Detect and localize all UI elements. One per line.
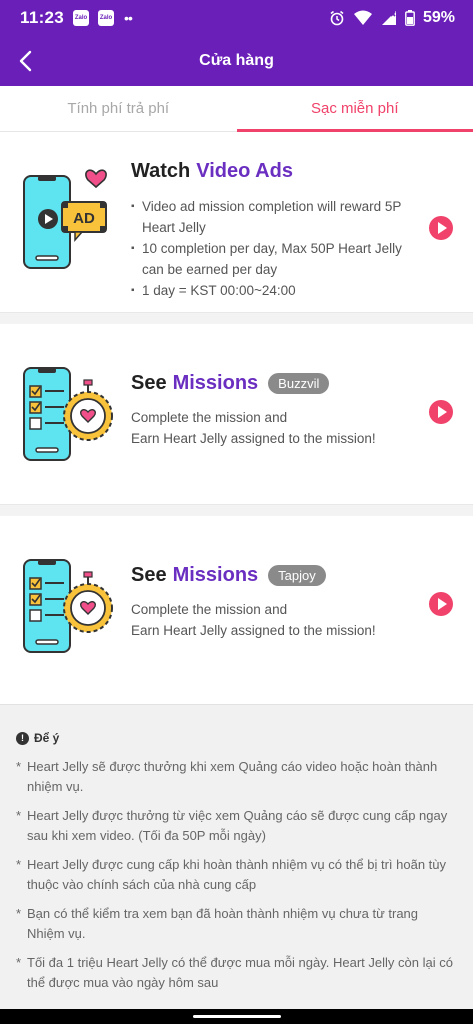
divider bbox=[0, 312, 473, 324]
description-line: Complete the mission and bbox=[131, 602, 288, 617]
list-item: 10 completion per day, Max 50P Heart Jel… bbox=[131, 238, 413, 280]
card-title: See Missions Tapjoy bbox=[131, 564, 326, 587]
card-title: See Missions Buzzvil bbox=[131, 372, 330, 395]
alarm-icon bbox=[330, 10, 344, 26]
zalo-notification-icon: Zalo bbox=[73, 10, 90, 26]
list-item: 1 day = KST 00:00~24:00 bbox=[131, 280, 413, 301]
play-icon bbox=[438, 222, 447, 234]
play-icon bbox=[438, 598, 447, 610]
description-line: Complete the mission and bbox=[131, 410, 288, 425]
description-line: Earn Heart Jelly assigned to the mission… bbox=[131, 431, 376, 446]
back-arrow-icon bbox=[19, 50, 32, 72]
tapjoy-missions-play-button[interactable] bbox=[429, 592, 453, 616]
card-description: Complete the mission and Earn Heart Jell… bbox=[131, 407, 413, 449]
status-time: 11:23 bbox=[20, 8, 65, 27]
notice-header: ! Để ý bbox=[16, 731, 459, 745]
description-line: Earn Heart Jelly assigned to the mission… bbox=[131, 623, 376, 638]
battery-percentage: 59% bbox=[422, 9, 455, 26]
zalo-notification-icon: Zalo bbox=[98, 10, 115, 26]
buzzvil-missions-card[interactable]: See Missions Buzzvil Complete the missio… bbox=[0, 324, 473, 504]
tab-bar: Tính phí trả phí Sạc miễn phí bbox=[0, 86, 473, 132]
title-highlight: Video Ads bbox=[196, 160, 293, 182]
missions-illustration bbox=[23, 559, 113, 653]
home-gesture-handle[interactable] bbox=[193, 1015, 281, 1018]
notice-section: ! Để ý Heart Jelly sẽ được thưởng khi xe… bbox=[0, 704, 473, 1009]
notice-item: Tối đa 1 triệu Heart Jelly có thể được m… bbox=[16, 953, 459, 993]
page-title: Cửa hàng bbox=[199, 52, 274, 69]
card-title: Watch Video Ads bbox=[131, 160, 293, 183]
card-description: Complete the mission and Earn Heart Jell… bbox=[131, 599, 413, 641]
reward-info-list: Video ad mission completion will reward … bbox=[131, 196, 413, 301]
battery-icon bbox=[405, 10, 415, 26]
play-icon bbox=[438, 406, 447, 418]
video-ads-card[interactable]: AD Watch Video Ads Video ad mission comp… bbox=[0, 132, 473, 312]
provider-badge: Buzzvil bbox=[268, 373, 330, 394]
title-highlight: Missions bbox=[172, 372, 259, 394]
notice-item: Heart Jelly sẽ được thưởng khi xem Quảng… bbox=[16, 757, 459, 797]
top-bar: 11:23 Zalo Zalo •• 59% Cửa hàng bbox=[0, 0, 473, 86]
title-prefix: Watch bbox=[131, 160, 191, 182]
missions-illustration bbox=[23, 367, 113, 461]
svg-text:AD: AD bbox=[73, 210, 95, 227]
app-bar: Cửa hàng bbox=[0, 36, 473, 86]
signal-icon bbox=[381, 11, 396, 25]
title-highlight: Missions bbox=[172, 564, 259, 586]
tab-free-charge[interactable]: Sạc miễn phí bbox=[236, 86, 473, 132]
video-ad-illustration: AD bbox=[23, 169, 107, 269]
buzzvil-missions-play-button[interactable] bbox=[429, 400, 453, 424]
divider bbox=[0, 504, 473, 516]
wifi-icon bbox=[353, 10, 372, 25]
title-prefix: See bbox=[131, 564, 167, 586]
back-button[interactable] bbox=[12, 48, 38, 74]
notice-item: Heart Jelly được thưởng từ việc xem Quản… bbox=[16, 806, 459, 846]
provider-badge: Tapjoy bbox=[268, 565, 326, 586]
title-prefix: See bbox=[131, 372, 167, 394]
notice-item: Bạn có thể kiểm tra xem bạn đã hoàn thàn… bbox=[16, 904, 459, 944]
tapjoy-missions-card[interactable]: See Missions Tapjoy Complete the mission… bbox=[0, 516, 473, 696]
notice-title: Để ý bbox=[34, 731, 60, 745]
info-icon: ! bbox=[16, 731, 29, 745]
list-item: Video ad mission completion will reward … bbox=[131, 196, 413, 238]
notice-item: Heart Jelly được cung cấp khi hoàn thành… bbox=[16, 855, 459, 895]
more-notifications-icon: •• bbox=[124, 10, 133, 26]
system-navigation-bar bbox=[0, 1009, 473, 1024]
status-bar: 11:23 Zalo Zalo •• 59% bbox=[0, 0, 473, 36]
watch-video-play-button[interactable] bbox=[429, 216, 453, 240]
status-icons: 59% bbox=[329, 9, 455, 27]
tab-paid-charge[interactable]: Tính phí trả phí bbox=[0, 86, 237, 131]
